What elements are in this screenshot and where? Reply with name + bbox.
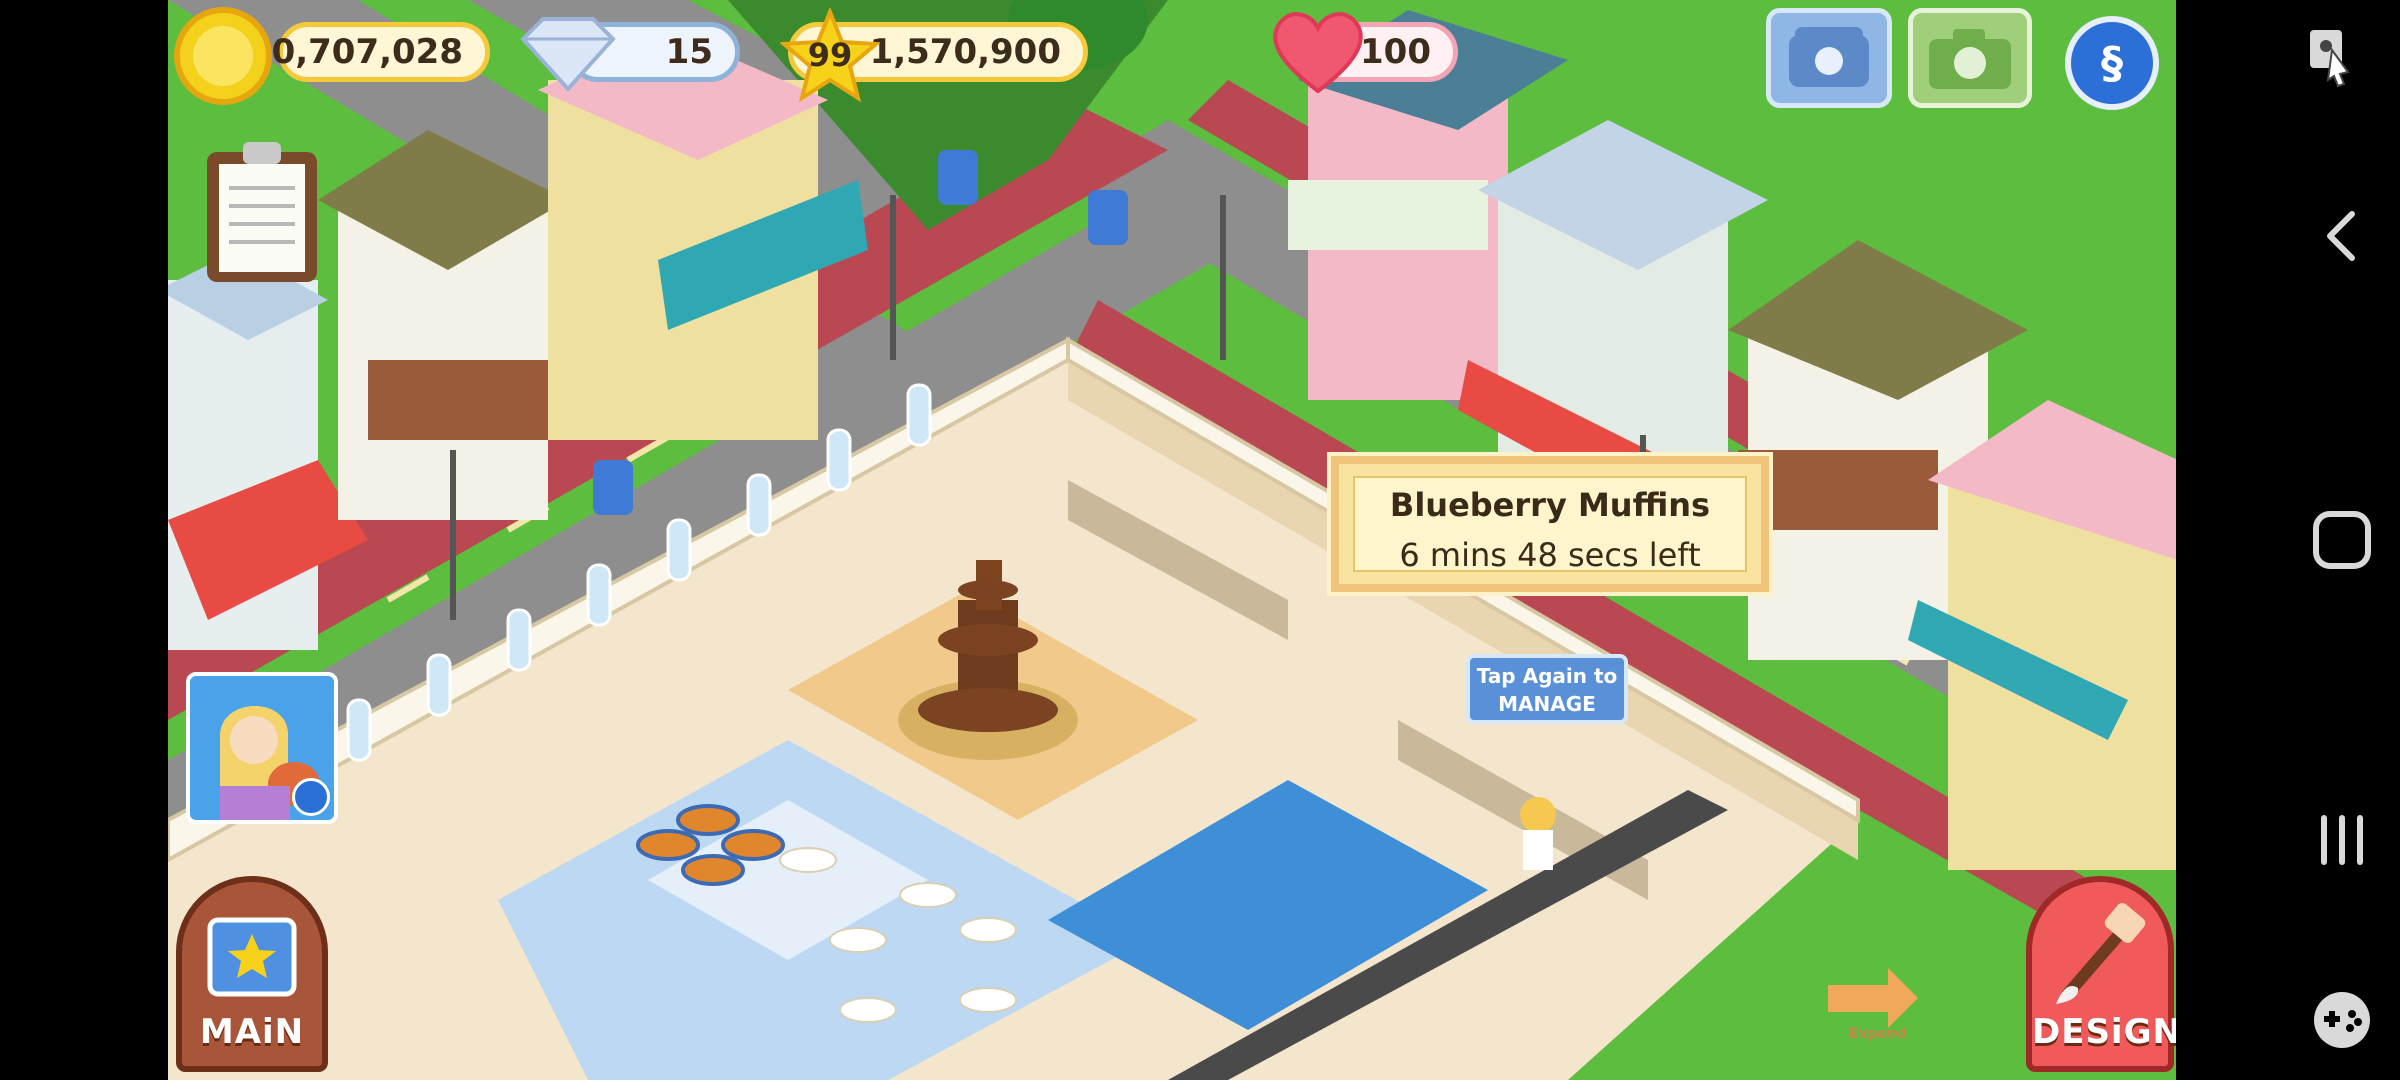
clipboard-icon	[207, 142, 317, 282]
building-tudor	[318, 130, 568, 520]
heart-value: 100	[1360, 32, 1431, 72]
gem-value: 15	[665, 32, 713, 72]
camera-icon	[1929, 29, 2011, 89]
clipboard-button[interactable]	[203, 136, 321, 286]
tap-again-to-manage-button[interactable]: Tap Again to MANAGE	[1466, 654, 1628, 724]
diamond-icon	[520, 17, 616, 92]
player-avatar[interactable]	[186, 672, 338, 824]
system-navigation-bar	[2176, 0, 2400, 1080]
tap-again-line1: Tap Again to	[1476, 664, 1618, 688]
main-book-icon	[207, 917, 297, 997]
main-button[interactable]: MAiN	[176, 876, 328, 1072]
phone-icon	[1789, 27, 1869, 87]
gold-coin-icon	[174, 7, 272, 105]
design-label: DESiGN	[2032, 1012, 2178, 1052]
home-square-icon[interactable]	[2310, 508, 2374, 572]
xp-value: 1,570,900	[869, 32, 1061, 72]
phone-button[interactable]	[1766, 8, 1892, 108]
coin-counter[interactable]: 20,707,028	[248, 22, 490, 82]
coin-value: 20,707,028	[247, 32, 463, 72]
tooltip-title: Blueberry Muffins	[1389, 486, 1711, 524]
tooltip-timer: 6 mins 48 secs left	[1399, 536, 1701, 574]
restaurant-scene[interactable]	[168, 0, 2178, 1080]
back-chevron-icon[interactable]	[2312, 206, 2372, 266]
tap-again-line2: MANAGE	[1498, 692, 1596, 716]
game-viewport[interactable]: 20,707,028 15 1,570,900 99 100 § Blueber…	[168, 0, 2178, 1080]
production-tooltip: Blueberry Muffins 6 mins 48 secs left	[1327, 452, 1773, 596]
main-label: MAiN	[199, 1012, 305, 1052]
screenshot-icon[interactable]	[2306, 28, 2362, 88]
level-star: 99	[778, 6, 882, 103]
camera-button[interactable]	[1908, 8, 2032, 108]
svg-text:§: §	[2101, 38, 2123, 89]
expand-label[interactable]: Expand	[1836, 1026, 1920, 1042]
paintbrush-icon	[2056, 903, 2146, 1004]
gamepad-icon[interactable]	[2310, 988, 2374, 1052]
sync-s-icon: §	[2101, 38, 2123, 89]
heart-icon	[1273, 12, 1363, 94]
recents-icon[interactable]	[2310, 808, 2374, 872]
design-button[interactable]: DESiGN	[2026, 876, 2178, 1072]
level-value: 99	[807, 36, 853, 74]
sync-button[interactable]: §	[2065, 16, 2159, 110]
sync-badge-icon	[292, 778, 330, 816]
building-yellow-right	[1908, 400, 2178, 870]
